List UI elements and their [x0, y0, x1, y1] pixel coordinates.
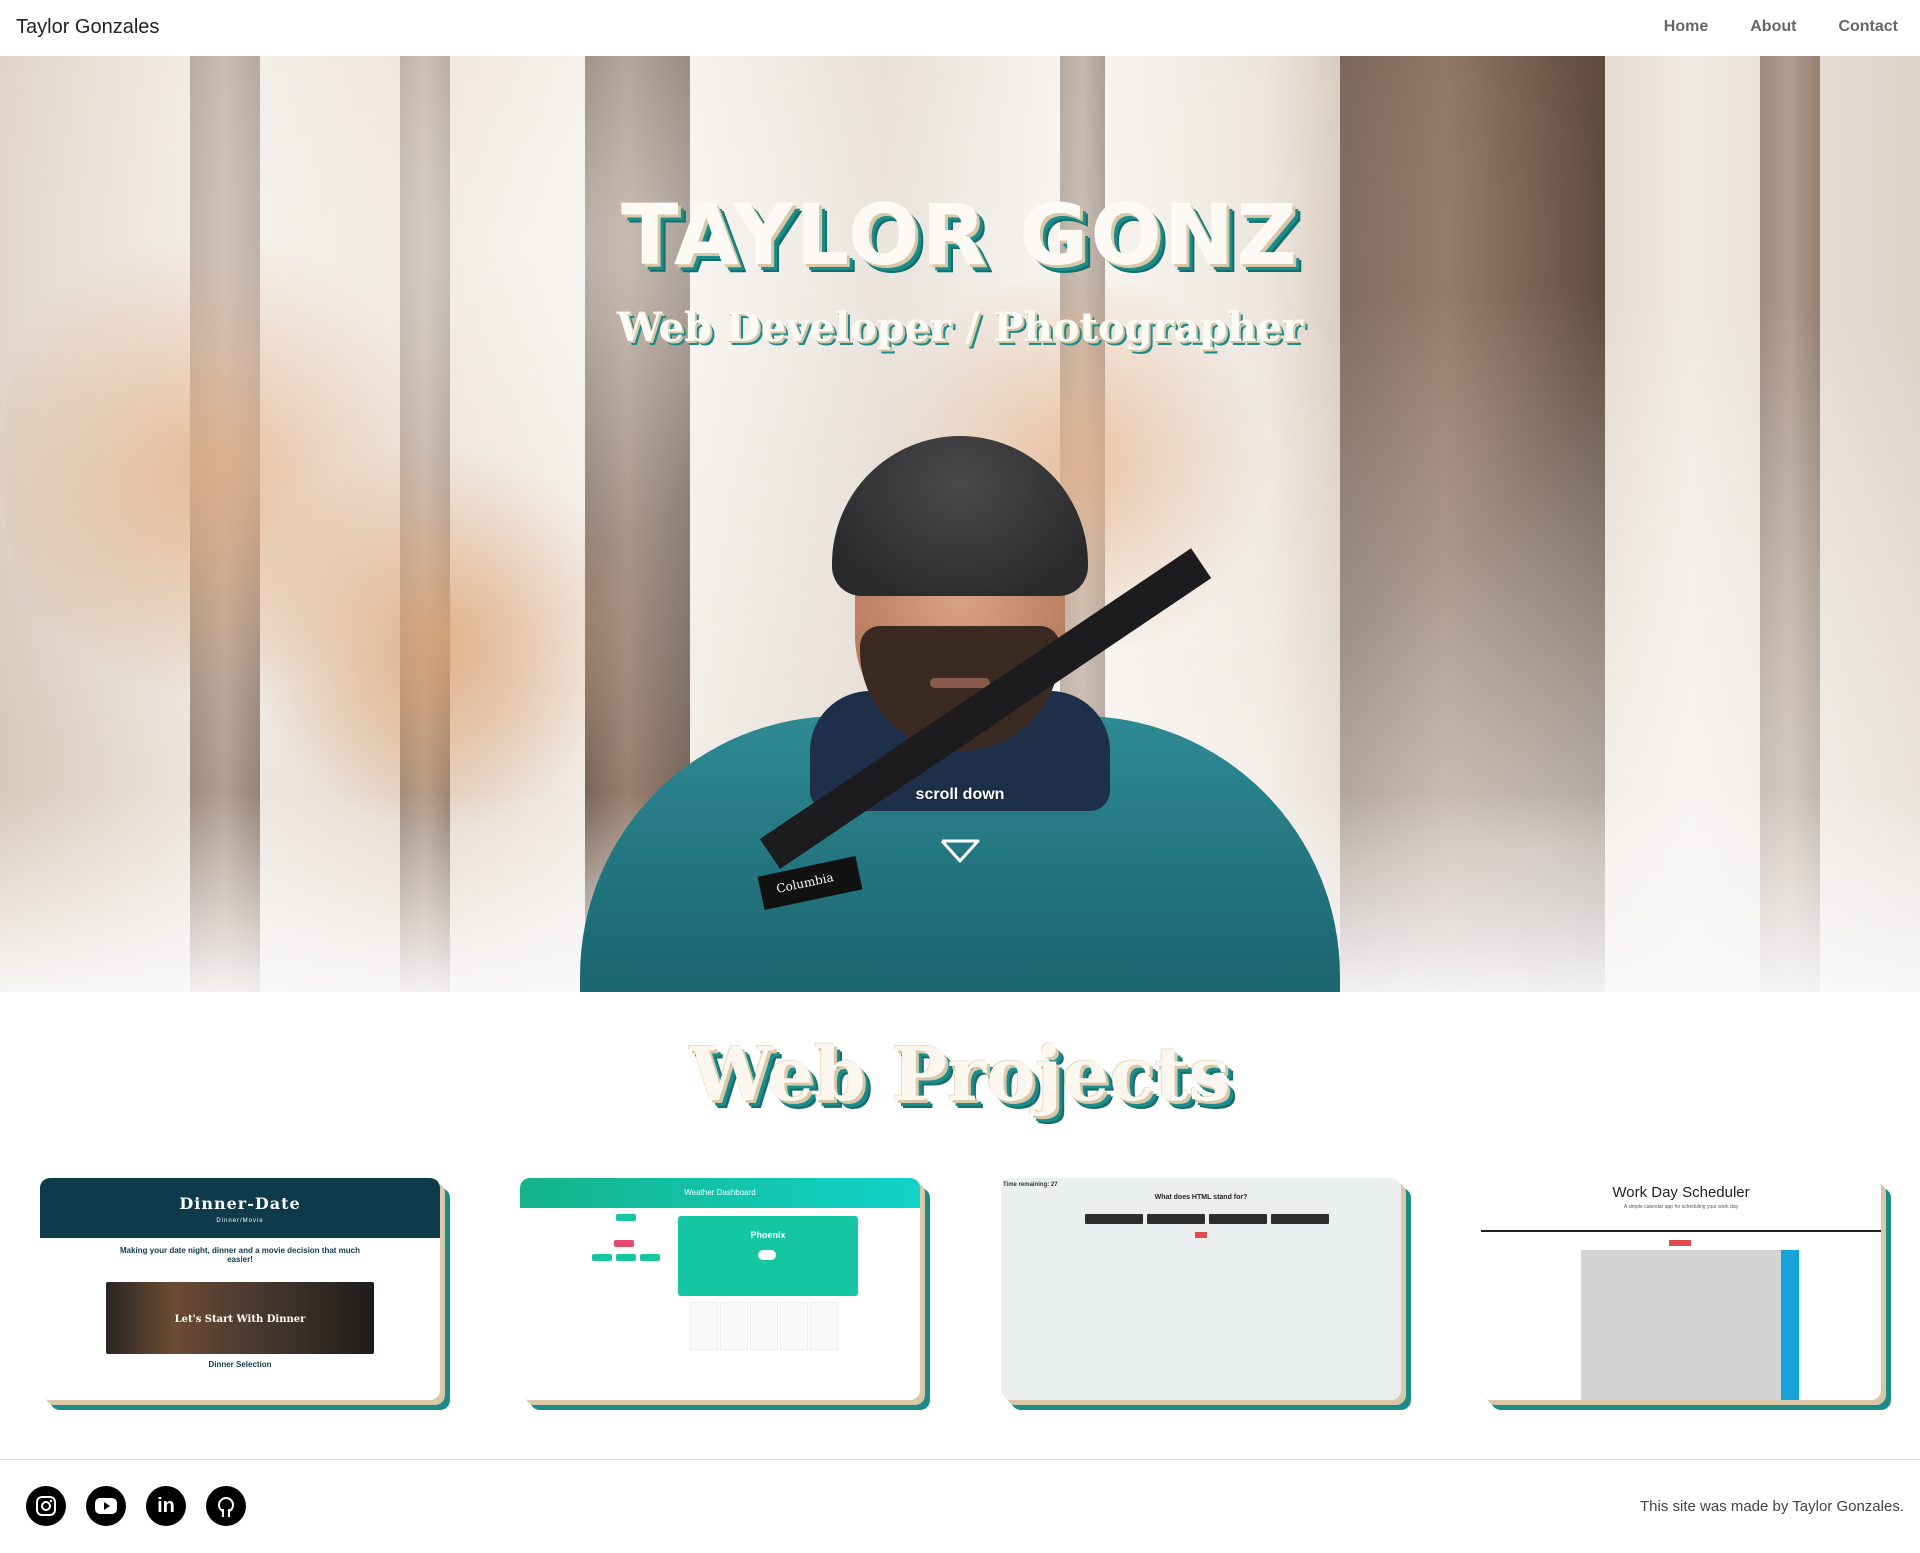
card-title: Work Day Scheduler — [1612, 1184, 1750, 1201]
thumb-button — [640, 1254, 660, 1261]
patch-label: Columbia — [775, 870, 835, 896]
project-card-dinner-date[interactable]: Dinner-Date Dinner/Movie Making your dat… — [40, 1178, 440, 1400]
thumb-button — [614, 1240, 634, 1247]
header-divider — [1481, 1230, 1881, 1232]
project-card-work-day-scheduler[interactable]: Work Day Scheduler A simple calendar app… — [1481, 1178, 1881, 1400]
instagram-icon[interactable] — [26, 1486, 66, 1526]
weather-city: Phoenix — [750, 1230, 786, 1240]
forecast-day — [780, 1302, 808, 1350]
portrait: Columbia — [570, 416, 1350, 992]
scroll-down-label[interactable]: scroll down — [0, 786, 1920, 804]
card-subtitle: A simple calendar app for scheduling you… — [1623, 1204, 1739, 1210]
chevron-down-icon[interactable] — [940, 838, 980, 864]
nav-link-about[interactable]: About — [1750, 18, 1796, 36]
project-card-weather-dashboard[interactable]: Weather Dashboard Phoenix — [520, 1178, 920, 1400]
beanie — [832, 436, 1088, 596]
save-column — [1781, 1250, 1799, 1400]
footer-credit: This site was made by Taylor Gonzales. — [1639, 1498, 1904, 1515]
quiz-option — [1147, 1214, 1205, 1224]
nav-links: Home About Contact — [1622, 18, 1898, 36]
quiz-option — [1209, 1214, 1267, 1224]
linkedin-icon[interactable]: in — [146, 1486, 186, 1526]
card-header: Weather Dashboard — [520, 1178, 920, 1208]
thumb-button — [1669, 1240, 1691, 1246]
card-image: Let's Start With Dinner — [106, 1282, 374, 1354]
navbar: Taylor Gonzales Home About Contact — [0, 0, 1920, 56]
hero-section: Columbia TAYLOR GONZ Web Developer / Pho… — [0, 56, 1920, 992]
project-cards: Dinner-Date Dinner/Movie Making your dat… — [40, 1178, 1881, 1402]
card-header: Dinner-Date Dinner/Movie — [40, 1178, 440, 1238]
social-links: in — [26, 1486, 246, 1526]
card-section-label: Dinner Selection — [208, 1360, 272, 1369]
card-subtitle: Dinner/Movie — [216, 1218, 264, 1224]
nav-link-home[interactable]: Home — [1664, 18, 1708, 36]
quiz-question: What does HTML stand for? — [1154, 1194, 1248, 1201]
github-icon[interactable] — [206, 1486, 246, 1526]
project-card-quiz[interactable]: Time remaining: 27 What does HTML stand … — [1001, 1178, 1401, 1400]
card-image-label: Let's Start With Dinner — [174, 1314, 306, 1325]
hero-subtitle: Web Developer / Photographer — [616, 304, 1304, 351]
thumb-button — [592, 1254, 612, 1261]
mouth — [930, 678, 990, 688]
brand-name[interactable]: Taylor Gonzales — [16, 16, 159, 39]
thumb-button — [616, 1254, 636, 1261]
quiz-submit — [1195, 1232, 1207, 1238]
hero-title: TAYLOR GONZ — [620, 186, 1299, 284]
quiz-option — [1271, 1214, 1329, 1224]
quiz-thumbnail: Time remaining: 27 What does HTML stand … — [1001, 1178, 1401, 1400]
card-title: Dinner-Date — [179, 1194, 301, 1213]
quiz-timer: Time remaining: 27 — [1003, 1182, 1058, 1188]
footer-divider — [0, 1459, 1920, 1460]
forecast-day — [690, 1302, 718, 1350]
youtube-icon[interactable] — [86, 1486, 126, 1526]
card-tagline: Making your date night, dinner and a mov… — [119, 1246, 361, 1264]
weather-main-card: Phoenix — [678, 1216, 858, 1296]
thumb-button — [616, 1214, 636, 1221]
nav-link-contact[interactable]: Contact — [1838, 18, 1898, 36]
forecast-day — [810, 1302, 838, 1350]
schedule-grid — [1581, 1250, 1781, 1400]
quiz-option — [1085, 1214, 1143, 1224]
forecast-day — [750, 1302, 778, 1350]
forecast-day — [720, 1302, 748, 1350]
projects-title: Web Projects — [689, 1032, 1231, 1118]
cloud-icon — [758, 1250, 776, 1260]
